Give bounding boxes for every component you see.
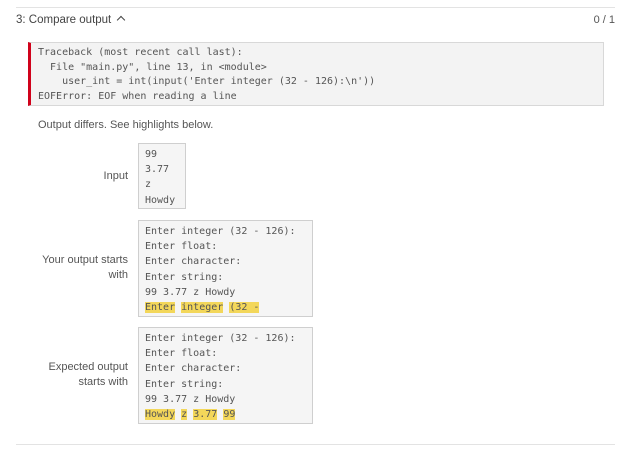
output-line: Enter character: — [145, 363, 242, 375]
test-score: 0 / 1 — [593, 14, 615, 26]
highlight-token: z — [181, 408, 188, 420]
input-line: 3.77 — [145, 164, 170, 176]
your-output-box: Enter integer (32 - 126): Enter float: E… — [138, 220, 313, 317]
test-header[interactable]: 3: Compare output 0 / 1 — [16, 14, 615, 30]
output-line: Enter string: — [145, 378, 224, 390]
input-line: 99 — [145, 149, 158, 160]
input-box: 99 3.77 z Howdy — [138, 143, 186, 209]
traceback-line: user_int = int(input('Enter integer (32 … — [38, 76, 376, 87]
highlight-token: 3.77 — [193, 408, 218, 420]
chevron-up-icon[interactable] — [117, 15, 126, 25]
input-line: Howdy — [145, 194, 176, 206]
highlight-token: 99 — [223, 408, 236, 420]
highlight-token: Enter — [145, 301, 176, 313]
expected-output-box: Enter integer (32 - 126): Enter float: E… — [138, 327, 313, 424]
expected-output-label-line1: Expected output — [48, 361, 128, 373]
output-line: Enter character: — [145, 256, 242, 268]
input-label: Input — [103, 170, 128, 182]
expected-output-label-line2: starts with — [78, 376, 128, 388]
your-output-label-line1: Your output starts — [42, 254, 128, 266]
test-title[interactable]: 3: Compare output — [16, 14, 126, 26]
traceback-line: EOFError: EOF when reading a line — [38, 90, 237, 102]
output-line: Enter float: — [145, 241, 218, 253]
output-line: Enter integer (32 - 126): — [145, 333, 296, 344]
highlighted-line: Howdy z 3.77 99 — [145, 407, 306, 422]
highlight-token: (32 - — [229, 301, 260, 313]
top-divider — [16, 7, 615, 8]
traceback-line: File "main.py", line 13, in <module> — [38, 61, 267, 73]
highlight-token: integer — [181, 301, 224, 313]
test-title-text: 3: Compare output — [16, 14, 112, 26]
bottom-divider — [16, 444, 615, 445]
traceback-line: Traceback (most recent call last): — [38, 47, 243, 58]
highlighted-line: Enter integer (32 - — [145, 300, 306, 315]
traceback-box: Traceback (most recent call last): File … — [28, 42, 604, 106]
input-line: z — [145, 179, 152, 191]
output-line: 99 3.77 z Howdy — [145, 286, 236, 298]
expected-output-label: Expected output starts with — [38, 360, 128, 390]
diff-message: Output differs. See highlights below. — [38, 119, 214, 131]
highlight-token: Howdy — [145, 408, 176, 420]
your-output-label: Your output starts with — [38, 253, 128, 283]
output-line: 99 3.77 z Howdy — [145, 393, 236, 405]
output-line: Enter string: — [145, 271, 224, 283]
output-line: Enter integer (32 - 126): — [145, 226, 296, 237]
your-output-label-line2: with — [108, 269, 128, 281]
output-line: Enter float: — [145, 348, 218, 360]
